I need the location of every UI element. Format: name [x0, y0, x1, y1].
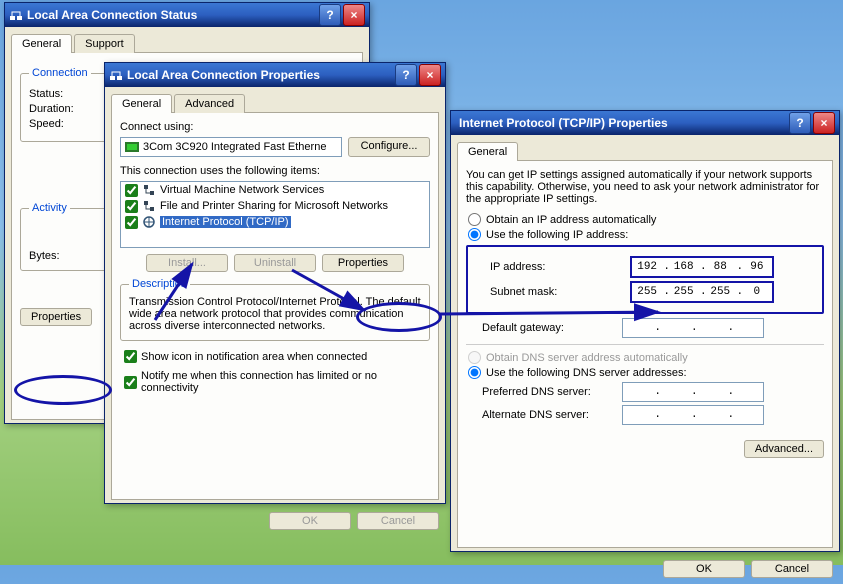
- gateway-row: Default gateway: . . .: [466, 318, 824, 338]
- uninstall-button[interactable]: Uninstall: [234, 254, 316, 272]
- nic-icon: [125, 140, 139, 154]
- pref-dns-row: Preferred DNS server: . . .: [466, 382, 824, 402]
- list-item[interactable]: Virtual Machine Network Services: [121, 182, 429, 198]
- alt-dns-row: Alternate DNS server: . . .: [466, 405, 824, 425]
- subnet-label: Subnet mask:: [474, 286, 630, 298]
- tabs: General Support: [5, 27, 369, 52]
- ip-row: IP address: 192. 168. 88. 96: [474, 256, 816, 278]
- ok-button[interactable]: OK: [269, 512, 351, 530]
- notify-label: Notify me when this connection has limit…: [141, 370, 430, 394]
- use-ip-radio[interactable]: [468, 228, 481, 241]
- subnet-input[interactable]: 255. 255. 255. 0: [630, 281, 774, 303]
- bottom-bar: OK Cancel: [105, 506, 445, 536]
- connect-using-label: Connect using:: [120, 121, 430, 133]
- description-group: Description Transmission Control Protoco…: [120, 278, 430, 341]
- list-item[interactable]: Internet Protocol (TCP/IP): [121, 214, 429, 230]
- title-text: Local Area Connection Status: [27, 8, 317, 22]
- notify-row: Notify me when this connection has limit…: [120, 370, 430, 394]
- help-button[interactable]: ?: [789, 112, 811, 134]
- close-button[interactable]: ×: [343, 4, 365, 26]
- show-icon-checkbox[interactable]: [124, 350, 137, 363]
- show-icon-label: Show icon in notification area when conn…: [141, 351, 367, 363]
- tabs: General: [451, 135, 839, 160]
- tab-general[interactable]: General: [457, 142, 518, 161]
- obtain-ip-row[interactable]: Obtain an IP address automatically: [466, 213, 824, 226]
- use-dns-label: Use the following DNS server addresses:: [486, 367, 687, 379]
- obtain-ip-radio[interactable]: [468, 213, 481, 226]
- title-text: Internet Protocol (TCP/IP) Properties: [455, 116, 787, 130]
- titlebar[interactable]: Internet Protocol (TCP/IP) Properties ? …: [451, 111, 839, 135]
- item-checkbox[interactable]: [125, 200, 138, 213]
- titlebar[interactable]: Local Area Connection Status ? ×: [5, 3, 369, 27]
- item-checkbox[interactable]: [125, 216, 138, 229]
- alt-dns-label: Alternate DNS server:: [466, 409, 622, 421]
- items-list[interactable]: Virtual Machine Network Services File an…: [120, 181, 430, 248]
- tabs: General Advanced: [105, 87, 445, 112]
- tab-advanced[interactable]: Advanced: [174, 94, 245, 113]
- obtain-dns-radio: [468, 351, 481, 364]
- activity-legend: Activity: [29, 202, 70, 214]
- adapter-text: 3Com 3C920 Integrated Fast Etherne: [143, 141, 326, 153]
- use-dns-radio[interactable]: [468, 366, 481, 379]
- description-legend: Description: [129, 278, 190, 290]
- advanced-button[interactable]: Advanced...: [744, 440, 824, 458]
- items-label: This connection uses the following items…: [120, 165, 430, 177]
- properties-button[interactable]: Properties: [20, 308, 92, 326]
- item-label: Internet Protocol (TCP/IP): [160, 216, 291, 228]
- tab-support[interactable]: Support: [74, 34, 135, 53]
- configure-button[interactable]: Configure...: [348, 137, 430, 157]
- service-icon: [142, 183, 156, 197]
- item-properties-button[interactable]: Properties: [322, 254, 404, 272]
- item-buttons: Install... Uninstall Properties: [120, 254, 430, 272]
- tcpip-window: Internet Protocol (TCP/IP) Properties ? …: [450, 110, 840, 552]
- notify-checkbox[interactable]: [124, 376, 137, 389]
- item-label: File and Printer Sharing for Microsoft N…: [160, 200, 388, 212]
- tab-body: You can get IP settings assigned automat…: [457, 160, 833, 548]
- close-button[interactable]: ×: [419, 64, 441, 86]
- close-button[interactable]: ×: [813, 112, 835, 134]
- tab-general[interactable]: General: [111, 94, 172, 113]
- item-checkbox[interactable]: [125, 184, 138, 197]
- obtain-dns-row: Obtain DNS server address automatically: [466, 351, 824, 364]
- tab-general[interactable]: General: [11, 34, 72, 53]
- obtain-dns-label: Obtain DNS server address automatically: [486, 352, 688, 364]
- help-button[interactable]: ?: [395, 64, 417, 86]
- obtain-ip-label: Obtain an IP address automatically: [486, 214, 656, 226]
- help-button[interactable]: ?: [319, 4, 341, 26]
- use-ip-row[interactable]: Use the following IP address:: [466, 228, 824, 241]
- use-ip-label: Use the following IP address:: [486, 229, 628, 241]
- tab-body: Connect using: 3Com 3C920 Integrated Fas…: [111, 112, 439, 500]
- ip-input[interactable]: 192. 168. 88. 96: [630, 256, 774, 278]
- item-label: Virtual Machine Network Services: [160, 184, 324, 196]
- ok-button[interactable]: OK: [663, 560, 745, 578]
- list-item[interactable]: File and Printer Sharing for Microsoft N…: [121, 198, 429, 214]
- description-text: Transmission Control Protocol/Internet P…: [129, 296, 421, 332]
- show-icon-row: Show icon in notification area when conn…: [120, 347, 430, 366]
- use-dns-row[interactable]: Use the following DNS server addresses:: [466, 366, 824, 379]
- properties-window: Local Area Connection Properties ? × Gen…: [104, 62, 446, 504]
- protocol-icon: [142, 215, 156, 229]
- bottom-bar: OK Cancel: [451, 554, 839, 584]
- pref-dns-label: Preferred DNS server:: [466, 386, 622, 398]
- ip-emphasis-box: IP address: 192. 168. 88. 96 Subnet mask…: [466, 245, 824, 314]
- pref-dns-input[interactable]: . . .: [622, 382, 764, 402]
- alt-dns-input[interactable]: . . .: [622, 405, 764, 425]
- adapter-field: 3Com 3C920 Integrated Fast Etherne: [120, 137, 342, 157]
- gateway-input[interactable]: . . .: [622, 318, 764, 338]
- ip-label: IP address:: [474, 261, 630, 273]
- titlebar[interactable]: Local Area Connection Properties ? ×: [105, 63, 445, 87]
- network-icon: [109, 68, 123, 82]
- subnet-row: Subnet mask: 255. 255. 255. 0: [474, 281, 816, 303]
- intro-text: You can get IP settings assigned automat…: [466, 169, 824, 205]
- connection-legend: Connection: [29, 67, 91, 79]
- gateway-label: Default gateway:: [466, 322, 622, 334]
- service-icon: [142, 199, 156, 213]
- network-icon: [9, 8, 23, 22]
- title-text: Local Area Connection Properties: [127, 68, 393, 82]
- install-button[interactable]: Install...: [146, 254, 228, 272]
- cancel-button[interactable]: Cancel: [357, 512, 439, 530]
- cancel-button[interactable]: Cancel: [751, 560, 833, 578]
